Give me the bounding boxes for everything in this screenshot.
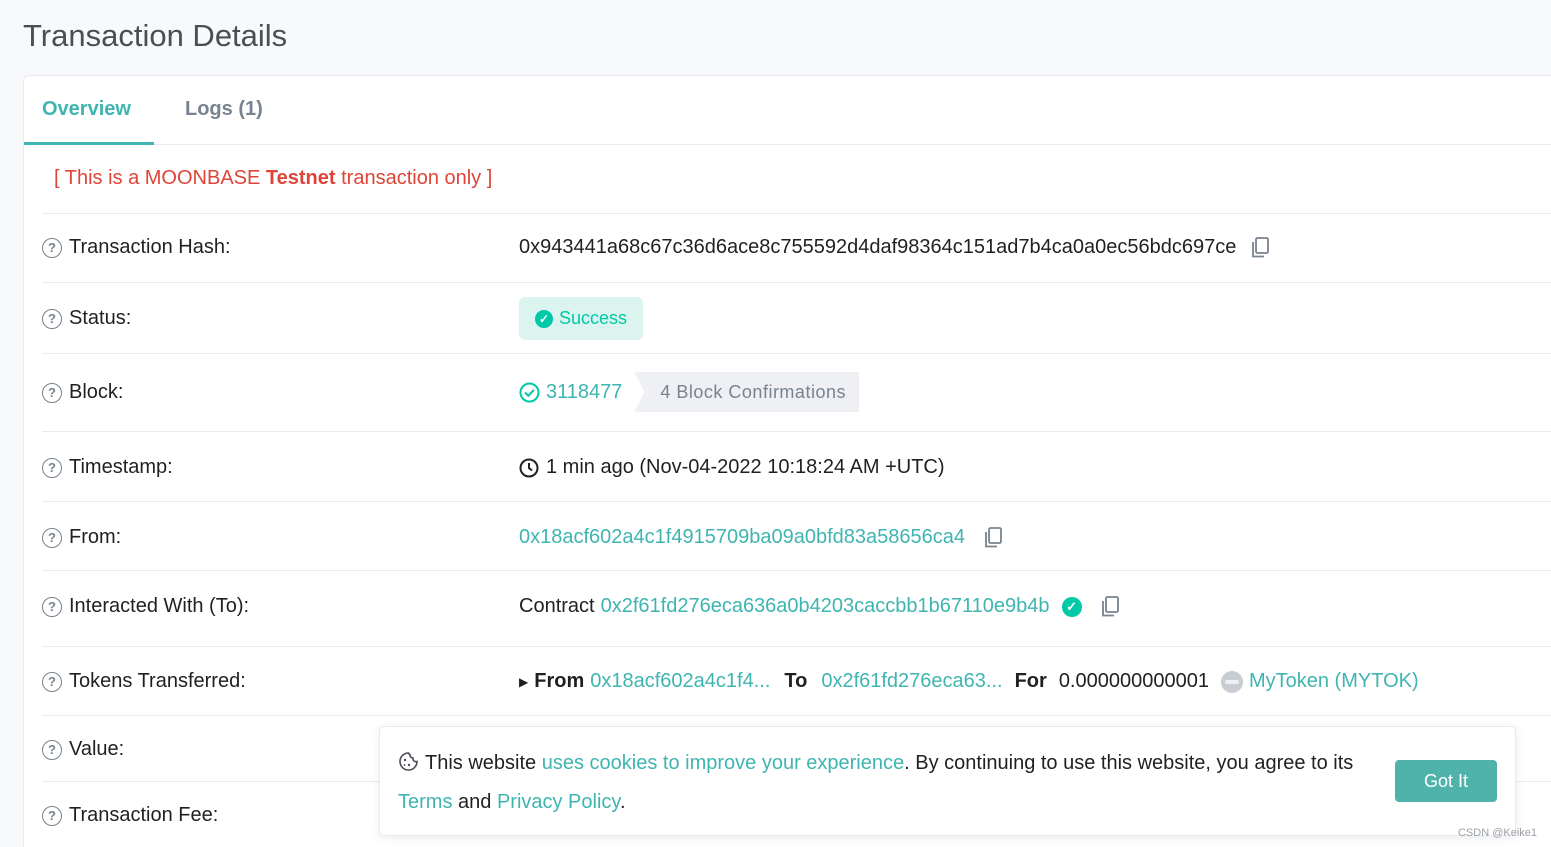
label-text: Block: bbox=[69, 381, 124, 403]
token-amount: 0.000000000001 bbox=[1058, 670, 1209, 692]
help-icon[interactable]: ? bbox=[42, 382, 62, 403]
cookie-text-3: and bbox=[452, 791, 497, 813]
token-name-link[interactable]: MyToken (MYTOK) bbox=[1249, 670, 1419, 693]
tab-overview[interactable]: Overview bbox=[24, 76, 154, 145]
terms-link[interactable]: Terms bbox=[398, 791, 452, 813]
token-to-label: To bbox=[784, 670, 808, 692]
label-text: Value: bbox=[69, 738, 125, 760]
check-circle-icon: ✓ bbox=[535, 309, 553, 328]
cookie-text-2: . By continuing to use this website, you… bbox=[904, 752, 1354, 774]
row-value-timestamp: 1 min ago (Nov-04-2022 10:18:24 AM +UTC) bbox=[519, 456, 945, 479]
help-icon[interactable]: ? bbox=[42, 457, 62, 478]
caret-right-icon: ▶ bbox=[519, 674, 529, 689]
tab-logs[interactable]: Logs (1) bbox=[167, 76, 281, 145]
from-address-link[interactable]: 0x18acf602a4c1f4915709ba09a0bfd83a58656c… bbox=[519, 526, 965, 549]
row-label-hash: ? Transaction Hash: bbox=[42, 236, 231, 259]
got-it-button[interactable]: Got It bbox=[1395, 760, 1497, 802]
row-value-to: Contract 0x2f61fd276eca636a0b4203caccbb1… bbox=[519, 595, 1120, 618]
help-icon[interactable]: ? bbox=[42, 739, 62, 760]
row-label-to: ? Interacted With (To): bbox=[42, 595, 249, 618]
row-status: ? Status: ✓ Success bbox=[42, 282, 1551, 353]
row-transaction-hash: ? Transaction Hash: 0x943441a68c67c36d6a… bbox=[42, 213, 1551, 282]
circle-check-icon bbox=[519, 382, 540, 403]
testnet-notice: [ This is a MOONBASE Testnet transaction… bbox=[54, 167, 492, 190]
privacy-policy-link[interactable]: Privacy Policy bbox=[497, 791, 620, 813]
row-value-block: 3118477 4 Block Confirmations bbox=[519, 372, 859, 412]
help-icon[interactable]: ? bbox=[42, 308, 62, 329]
cookie-policy-link[interactable]: uses cookies to improve your experience bbox=[542, 752, 904, 774]
label-text: Transaction Hash: bbox=[69, 236, 231, 258]
block-number-link[interactable]: 3118477 bbox=[546, 381, 622, 404]
transaction-hash-value: 0x943441a68c67c36d6ace8c755592d4daf98364… bbox=[519, 236, 1237, 258]
cookie-text: This website uses cookies to improve you… bbox=[398, 745, 1388, 820]
help-icon[interactable]: ? bbox=[42, 671, 62, 692]
contract-prefix: Contract bbox=[519, 595, 595, 617]
token-from-label: From bbox=[534, 670, 585, 692]
help-icon[interactable]: ? bbox=[42, 596, 62, 617]
timestamp-value: 1 min ago (Nov-04-2022 10:18:24 AM +UTC) bbox=[546, 456, 945, 478]
row-label-timestamp: ? Timestamp: bbox=[42, 456, 173, 479]
help-icon[interactable]: ? bbox=[42, 237, 62, 258]
status-badge: ✓ Success bbox=[519, 297, 644, 340]
cookie-text-1: This website bbox=[425, 752, 542, 774]
page-title: Transaction Details bbox=[23, 18, 288, 53]
help-icon[interactable]: ? bbox=[42, 805, 62, 826]
token-to-address-link[interactable]: 0x2f61fd276eca63... bbox=[821, 670, 1002, 693]
cookie-icon bbox=[398, 748, 419, 784]
label-text: Status: bbox=[69, 307, 132, 329]
label-text: Transaction Fee: bbox=[69, 804, 219, 826]
row-from: ? From: 0x18acf602a4c1f4915709ba09a0bfd8… bbox=[42, 501, 1551, 570]
contract-address-link[interactable]: 0x2f61fd276eca636a0b4203caccbb1b67110e9b… bbox=[601, 595, 1050, 618]
row-label-fee: ? Transaction Fee: bbox=[42, 804, 218, 827]
notice-suffix: transaction only ] bbox=[335, 167, 493, 189]
block-confirmations-badge: 4 Block Confirmations bbox=[634, 372, 859, 412]
row-value-status: ✓ Success bbox=[519, 297, 644, 340]
label-text: From: bbox=[69, 526, 122, 548]
watermark: CSDN @Keike1 bbox=[1457, 827, 1537, 839]
row-label-value: ? Value: bbox=[42, 738, 124, 761]
copy-icon[interactable] bbox=[983, 526, 1003, 549]
notice-bold: Testnet bbox=[265, 167, 336, 189]
cookie-banner: This website uses cookies to improve you… bbox=[379, 726, 1516, 836]
token-for-label: For bbox=[1014, 670, 1047, 692]
copy-icon[interactable] bbox=[1100, 595, 1120, 618]
label-text: Interacted With (To): bbox=[69, 595, 250, 617]
label-text: Timestamp: bbox=[69, 456, 173, 478]
clock-icon bbox=[519, 458, 539, 478]
status-text: Success bbox=[559, 308, 628, 328]
help-icon[interactable]: ? bbox=[42, 527, 62, 548]
row-value-tokens: ▶ From 0x18acf602a4c1f4... To 0x2f61fd27… bbox=[519, 670, 1419, 693]
row-block: ? Block: 3118477 4 Block Confirmations bbox=[42, 353, 1551, 431]
row-label-block: ? Block: bbox=[42, 381, 123, 404]
verified-check-icon: ✓ bbox=[1061, 596, 1082, 617]
row-timestamp: ? Timestamp: 1 min ago (Nov-04-2022 10:1… bbox=[42, 431, 1551, 501]
row-tokens-transferred: ? Tokens Transferred: ▶ From 0x18acf602a… bbox=[42, 646, 1551, 715]
notice-prefix: [ This is a MOONBASE bbox=[54, 167, 266, 189]
label-text: Tokens Transferred: bbox=[69, 670, 246, 692]
row-value-from: 0x18acf602a4c1f4915709ba09a0bfd83a58656c… bbox=[519, 526, 1003, 549]
row-value-hash: 0x943441a68c67c36d6ace8c755592d4daf98364… bbox=[519, 236, 1270, 259]
row-label-status: ? Status: bbox=[42, 307, 131, 330]
token-from-address-link[interactable]: 0x18acf602a4c1f4... bbox=[590, 670, 770, 693]
row-label-tokens: ? Tokens Transferred: bbox=[42, 670, 246, 693]
copy-icon[interactable] bbox=[1250, 236, 1270, 259]
row-label-from: ? From: bbox=[42, 526, 121, 549]
cookie-text-4: . bbox=[619, 791, 626, 813]
token-logo-icon bbox=[1220, 670, 1243, 693]
row-interacted-with: ? Interacted With (To): Contract 0x2f61f… bbox=[42, 570, 1551, 646]
tab-bar: Overview Logs (1) bbox=[24, 76, 1551, 145]
